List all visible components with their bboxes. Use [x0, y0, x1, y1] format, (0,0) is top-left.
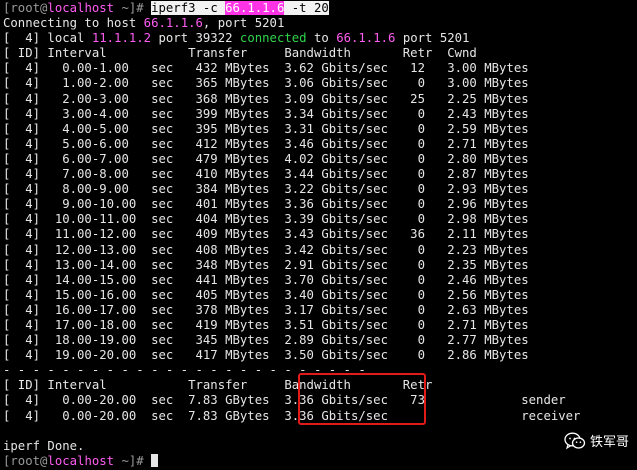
command-flags: -t 20	[284, 1, 329, 15]
prompt-user: [root@	[3, 1, 48, 15]
table-row: [ 4] 1.00-2.00 sec 365 MBytes 3.06 Gbits…	[3, 76, 529, 91]
connecting-host: 66.1.1.6	[143, 16, 203, 31]
table-row: [ 4] 12.00-13.00 sec 408 MBytes 3.42 Gbi…	[3, 242, 529, 257]
table-row: [ 4] 4.00-5.00 sec 395 MBytes 3.31 Gbits…	[3, 121, 529, 136]
wechat-icon	[564, 432, 586, 450]
table-row: [ 4] 19.00-20.00 sec 417 MBytes 3.50 Gbi…	[3, 348, 529, 363]
bandwidth-highlight-box	[298, 373, 426, 425]
table-row: [ 4] 17.00-18.00 sec 419 MBytes 3.51 Gbi…	[3, 317, 529, 332]
prompt-host: localhost	[47, 1, 115, 15]
table-row: [ 4] 8.00-9.00 sec 384 MBytes 3.22 Gbits…	[3, 182, 529, 197]
command-program: iperf3 -c	[151, 1, 226, 15]
table-row: [ 4] 11.00-12.00 sec 409 MBytes 3.43 Gbi…	[3, 227, 529, 242]
local-prefix: [ 4] local	[3, 31, 92, 46]
local-mid: port 39322	[151, 31, 240, 46]
command-line: [root@localhost ~]# iperf3 -c 66.1.1.6 -…	[3, 1, 637, 16]
watermark: 铁军哥	[564, 431, 629, 450]
table-row: [ 4] 0.00-1.00 sec 432 MBytes 3.62 Gbits…	[3, 61, 529, 76]
watermark-label: 铁军哥	[589, 435, 629, 450]
connecting-line: Connecting to host 66.1.1.6, port 5201	[3, 16, 637, 31]
local-connection-line: [ 4] local 11.1.1.2 port 39322 connected…	[3, 31, 637, 46]
text-cursor	[151, 453, 159, 467]
table-row: [ 4] 14.00-15.00 sec 441 MBytes 3.70 Gbi…	[3, 272, 529, 287]
final-prompt-line[interactable]: [root@localhost ~]#	[3, 453, 637, 469]
prompt-tail: ~]#	[114, 1, 152, 15]
table-row: [ 4] 13.00-14.00 sec 348 MBytes 2.91 Gbi…	[3, 257, 529, 272]
table-row: [ 4] 16.00-17.00 sec 378 MBytes 3.17 Gbi…	[3, 302, 529, 317]
done-line: iperf Done.	[3, 438, 85, 453]
prompt-host: localhost	[47, 453, 115, 468]
prompt-user: [root@	[3, 453, 48, 468]
table-header: [ ID] Interval Transfer Bandwidth Retr C…	[3, 46, 477, 61]
table-row: [ 4] 15.00-16.00 sec 405 MBytes 3.40 Gbi…	[3, 287, 529, 302]
table-row: [ 4] 2.00-3.00 sec 368 MBytes 3.09 Gbits…	[3, 91, 529, 106]
connected-word: connected	[239, 31, 307, 46]
local-suffix: port 5201	[395, 31, 470, 46]
table-row: [ 4] 3.00-4.00 sec 399 MBytes 3.34 Gbits…	[3, 106, 529, 121]
table-row: [ 4] 18.00-19.00 sec 345 MBytes 2.89 Gbi…	[3, 333, 529, 348]
remote-ip: 66.1.1.6	[336, 31, 396, 46]
command-ip: 66.1.1.6	[225, 1, 285, 15]
table-row: [ 4] 9.00-10.00 sec 401 MBytes 3.36 Gbit…	[3, 197, 529, 212]
local-ip: 11.1.1.2	[91, 31, 152, 46]
prompt-tail: ~]#	[114, 453, 152, 468]
table-row: [ 4] 6.00-7.00 sec 479 MBytes 4.02 Gbits…	[3, 151, 529, 166]
connecting-port: , port 5201	[202, 16, 285, 31]
local-to: to	[306, 31, 337, 46]
connecting-text: Connecting to host	[3, 16, 144, 31]
table-row: [ 4] 10.00-11.00 sec 404 MBytes 3.39 Gbi…	[3, 212, 529, 227]
table-row: [ 4] 5.00-6.00 sec 412 MBytes 3.46 Gbits…	[3, 136, 529, 151]
table-row: [ 4] 7.00-8.00 sec 410 MBytes 3.44 Gbits…	[3, 167, 529, 182]
